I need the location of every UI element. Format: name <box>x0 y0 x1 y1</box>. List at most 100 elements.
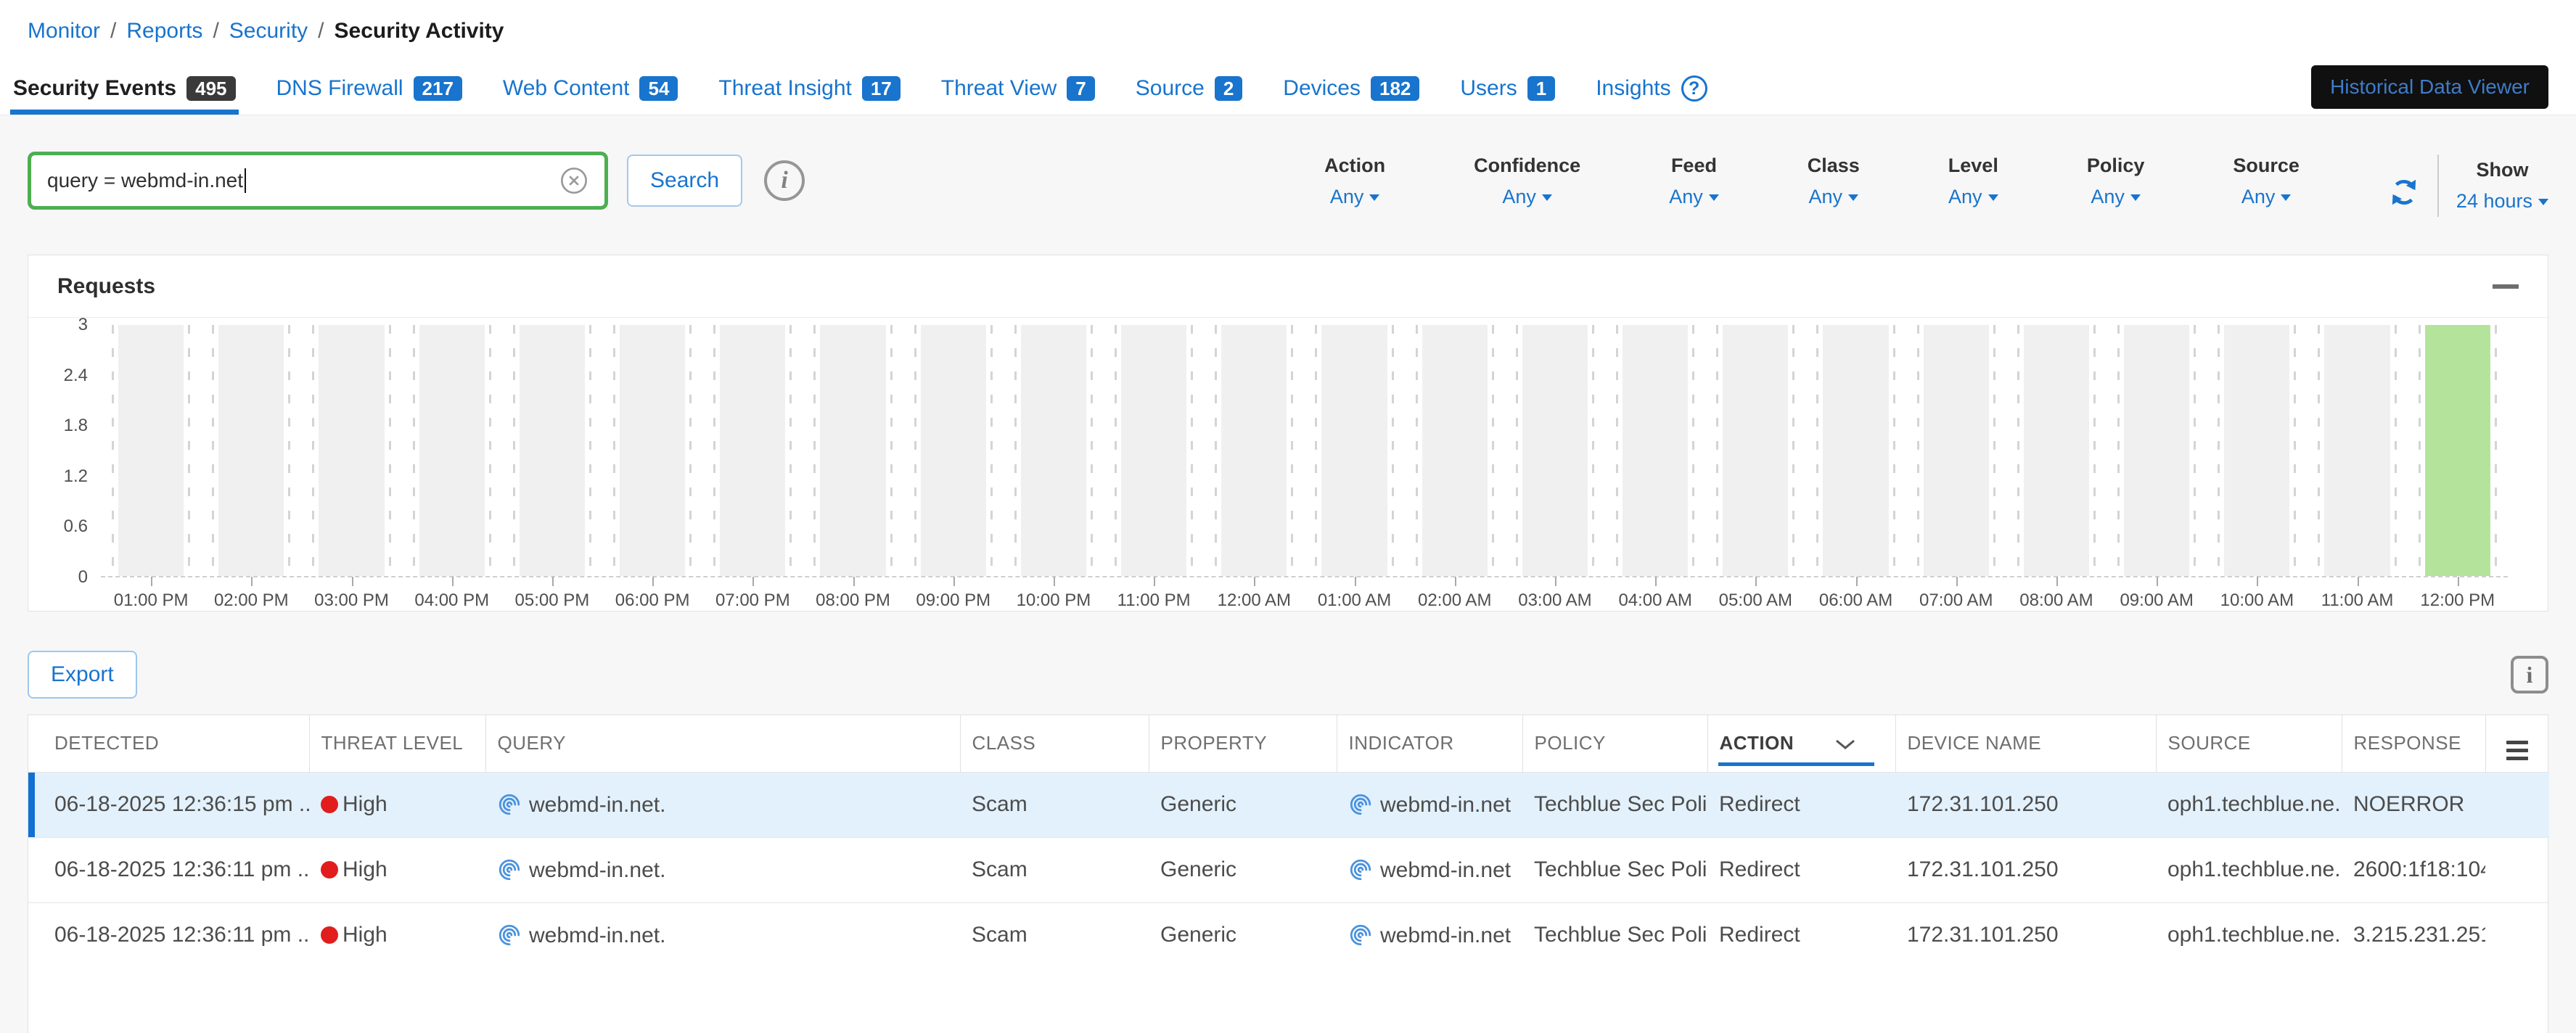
chart-hour-cell <box>1004 325 1104 576</box>
filter-feed: FeedAny <box>1669 155 1719 208</box>
tab-threat-view[interactable]: Threat View 7 <box>938 75 1098 115</box>
tab-source[interactable]: Source2 <box>1133 75 1246 115</box>
chevron-down-icon <box>1988 194 1998 201</box>
column-header-source[interactable]: SOURCE <box>2156 715 2342 772</box>
cell-class: Scam <box>960 902 1149 968</box>
show-value-dropdown[interactable]: 24 hours <box>2456 190 2548 213</box>
x-axis-tick <box>652 577 654 586</box>
column-header-response[interactable]: RESPONSE <box>2342 715 2485 772</box>
column-header-query[interactable]: QUERY <box>485 715 960 772</box>
x-axis-tick <box>1755 577 1757 586</box>
column-header-property[interactable]: PROPERTY <box>1149 715 1337 772</box>
chart-bar <box>2425 325 2490 576</box>
table-row[interactable]: 06-18-2025 12:36:11 pm ...Highwebmd-in.n… <box>28 837 2549 902</box>
column-header-threat-level[interactable]: THREAT LEVEL <box>309 715 485 772</box>
content-area: query = webmd-in.net Search i ActionAnyC… <box>0 115 2576 1033</box>
column-header-detected[interactable]: DETECTED <box>28 715 309 772</box>
filter-value-dropdown[interactable]: Any <box>2091 186 2141 208</box>
column-header-policy[interactable]: POLICY <box>1522 715 1707 772</box>
cell-response: 3.215.231.251 <box>2342 902 2485 968</box>
threat-indicator-icon <box>1348 857 1373 882</box>
tabs-row: Security Events495 DNS Firewall217 Web Con… <box>0 65 2576 115</box>
y-tick-label: 1.2 <box>64 466 88 487</box>
search-input[interactable]: query = webmd-in.net <box>28 152 608 210</box>
chart-hour-cell <box>1705 325 1805 576</box>
chart-background-band <box>1422 325 1488 576</box>
x-axis-tick <box>1555 577 1556 586</box>
breadcrumb-link-security[interactable]: Security <box>229 19 308 43</box>
y-tick-label: 0.6 <box>64 516 88 537</box>
tab-security-events[interactable]: Security Events495 <box>10 75 239 115</box>
filter-source: SourceAny <box>2233 155 2300 208</box>
cell-class: Scam <box>960 772 1149 837</box>
tab-insights[interactable]: Insights? <box>1593 75 1710 115</box>
x-axis-tick <box>251 577 253 586</box>
x-axis-tick <box>2157 577 2158 586</box>
export-button[interactable]: Export <box>28 651 137 699</box>
x-tick-label: 01:00 PM <box>101 590 201 611</box>
filter-value-dropdown[interactable]: Any <box>1502 186 1552 208</box>
tab-devices[interactable]: Devices182 <box>1280 75 1422 115</box>
search-info-icon[interactable]: i <box>764 160 805 201</box>
tabs: Security Events495 DNS Firewall217 Web Con… <box>10 75 1710 115</box>
filter-policy: Policy Any <box>2087 155 2145 208</box>
x-tick-label: 11:00 AM <box>2307 590 2407 611</box>
breadcrumb-separator: / <box>202 19 229 43</box>
filter-value-dropdown[interactable]: Any <box>1808 186 1858 208</box>
tab-web-content[interactable]: Web Content54 <box>500 75 681 115</box>
search-area: query = webmd-in.net Search i <box>28 152 805 210</box>
tab-label: Source <box>1136 76 1205 101</box>
chart-background-band <box>820 325 885 576</box>
x-tick-label: 08:00 PM <box>803 590 903 611</box>
help-icon[interactable]: ? <box>1681 75 1707 102</box>
x-tick-label: 06:00 AM <box>1805 590 1906 611</box>
column-header-action[interactable]: ACTION <box>1707 715 1895 772</box>
tab-dns-firewall[interactable]: DNS Firewall217 <box>274 75 465 115</box>
filter-value-dropdown[interactable]: Any <box>1669 186 1719 208</box>
y-tick-label: 1.8 <box>64 416 88 436</box>
clear-search-icon[interactable] <box>559 166 588 195</box>
chart-hour-cell <box>402 325 502 576</box>
chart-background-band <box>720 325 785 576</box>
text-cursor <box>245 168 246 193</box>
tab-count-badge: 7 <box>1067 76 1094 101</box>
table-row[interactable]: 06-18-2025 12:36:15 pm ...Highwebmd-in.n… <box>28 772 2549 837</box>
filter-label: Level <box>1948 155 1998 177</box>
breadcrumb-link-monitor[interactable]: Monitor <box>28 19 100 43</box>
cell-detected: 06-18-2025 12:36:15 pm ... <box>28 772 309 837</box>
tab-label: DNS Firewall <box>276 76 403 101</box>
requests-panel-header: Requests <box>28 255 2548 318</box>
cell-threat-level: High <box>309 772 485 837</box>
filter-value-dropdown[interactable]: Any <box>2241 186 2292 208</box>
chart-hour-cell <box>1204 325 1304 576</box>
cell-menu <box>2485 837 2549 902</box>
chart-background-band <box>1823 325 1888 576</box>
hamburger-icon[interactable] <box>2506 741 2528 760</box>
x-axis-tick <box>352 577 353 586</box>
filter-label: Policy <box>2087 155 2145 177</box>
tab-label: Threat View <box>941 76 1057 101</box>
filter-value-dropdown[interactable]: Any <box>1948 186 1998 208</box>
search-button[interactable]: Search <box>627 155 742 207</box>
tab-threat-insight[interactable]: Threat Insight17 <box>715 75 903 115</box>
table-info-icon[interactable]: i <box>2511 656 2548 694</box>
filter-value-dropdown[interactable]: Any <box>1330 186 1380 208</box>
threat-indicator-icon <box>1348 792 1373 817</box>
column-settings-button[interactable] <box>2485 715 2549 772</box>
historical-data-viewer-button[interactable]: Historical Data Viewer <box>2311 65 2548 109</box>
show-filter: Show 24 hours <box>2456 159 2548 213</box>
column-header-class[interactable]: CLASS <box>960 715 1149 772</box>
column-header-indicator[interactable]: INDICATOR <box>1337 715 1522 772</box>
column-header-device-name[interactable]: DEVICE NAME <box>1895 715 2156 772</box>
tab-users[interactable]: Users1 <box>1457 75 1558 115</box>
breadcrumb-link-reports[interactable]: Reports <box>126 19 202 43</box>
breadcrumb-current: Security Activity <box>335 19 504 43</box>
table-row[interactable]: 06-18-2025 12:36:11 pm ...Highwebmd-in.n… <box>28 902 2549 968</box>
collapse-panel-icon[interactable] <box>2493 284 2519 289</box>
refresh-icon[interactable] <box>2388 176 2420 208</box>
tab-label: Security Events <box>13 76 176 101</box>
x-tick-label: 03:00 PM <box>301 590 401 611</box>
chart-background-band <box>218 325 284 576</box>
y-tick-label: 0 <box>78 567 88 588</box>
x-axis-tick <box>151 577 152 586</box>
